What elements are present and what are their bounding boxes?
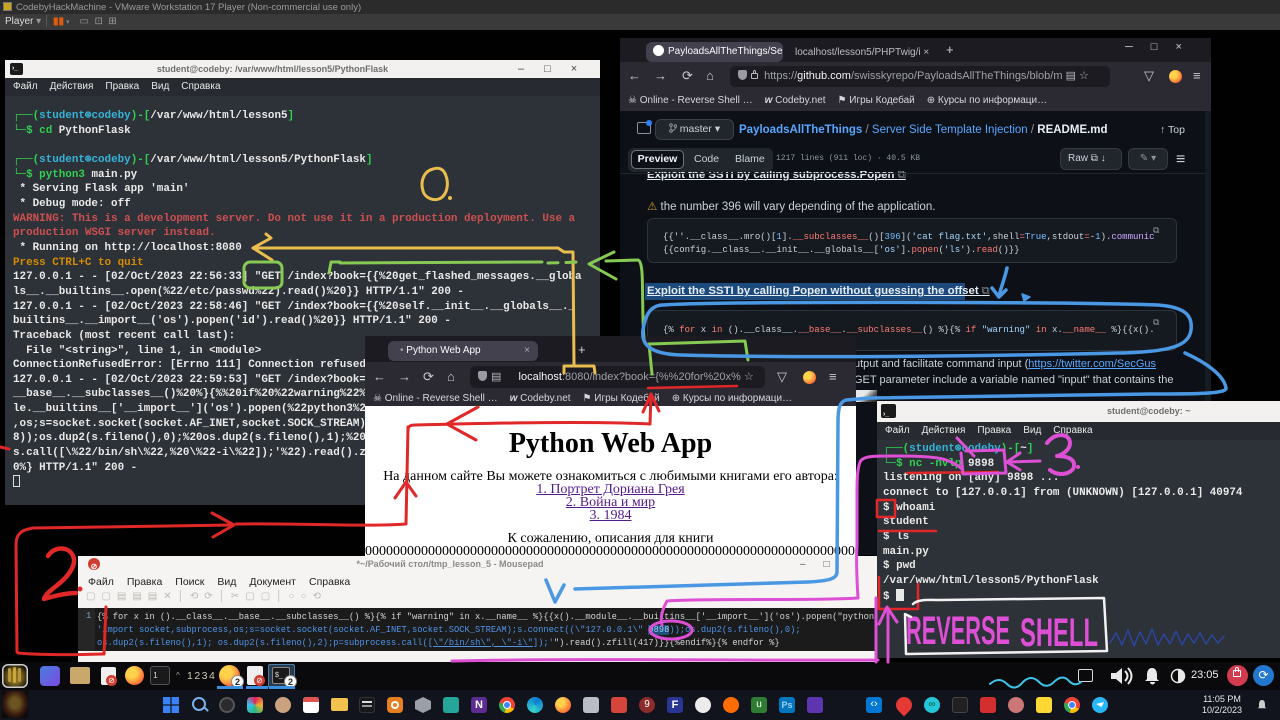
svg-text:SHELL: SHELL: [1020, 611, 1098, 655]
svg-text:REVERSE: REVERSE: [906, 609, 1010, 653]
